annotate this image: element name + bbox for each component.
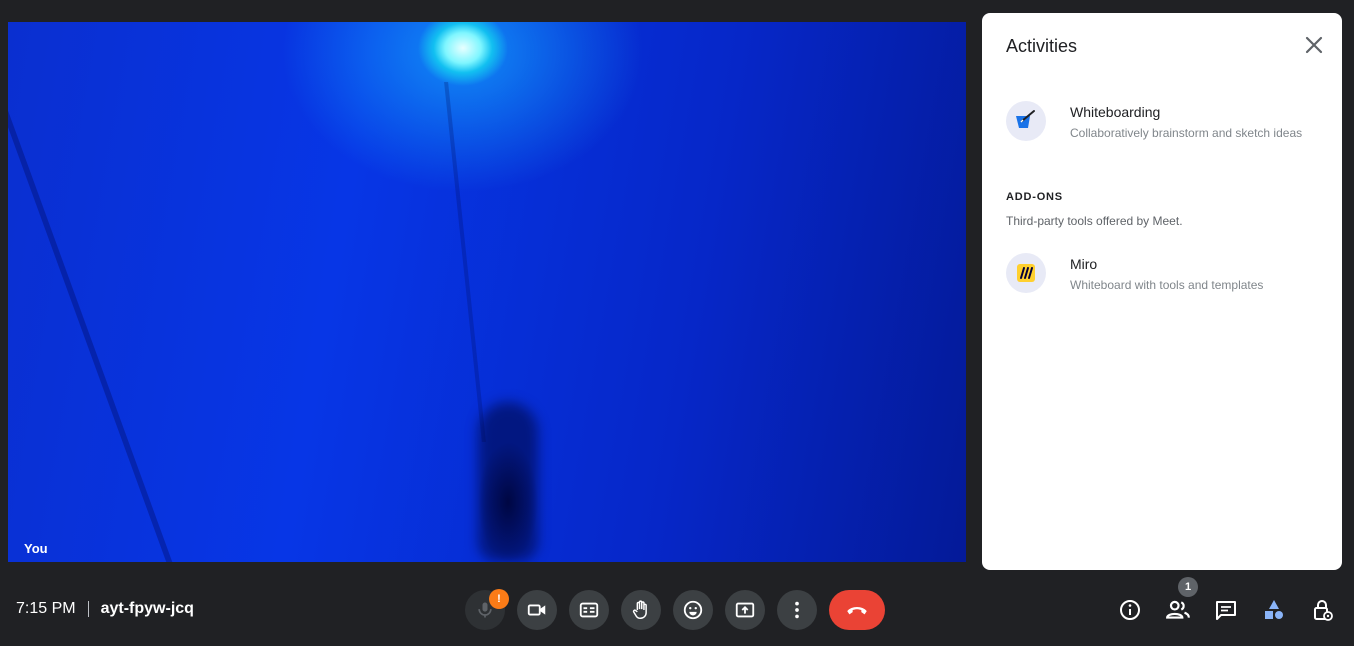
chat-button[interactable] <box>1212 596 1240 624</box>
info-icon <box>1120 600 1140 620</box>
meeting-code[interactable]: ayt-fpyw-jcq <box>101 600 194 618</box>
mic-alert-badge: ! <box>489 589 509 609</box>
meeting-time: 7:15 PM <box>16 600 76 617</box>
more-options-icon <box>795 601 799 619</box>
activity-item-whiteboarding[interactable]: Whiteboarding Collaboratively brainstorm… <box>1006 101 1326 145</box>
miro-icon <box>1006 253 1046 293</box>
addons-subtitle: Third-party tools offered by Meet. <box>1006 214 1183 228</box>
end-call-icon <box>847 607 867 615</box>
self-video-tile: You <box>8 22 966 562</box>
addon-description: Whiteboard with tools and templates <box>1070 278 1264 292</box>
raise-hand-button[interactable] <box>621 590 661 630</box>
chat-icon <box>1216 601 1236 620</box>
activities-panel: Activities Whiteboarding Collaboratively… <box>982 13 1342 570</box>
addon-name: Miro <box>1070 256 1098 272</box>
captions-button[interactable] <box>569 590 609 630</box>
people-button[interactable] <box>1164 596 1192 624</box>
raise-hand-icon <box>632 600 647 619</box>
divider <box>87 601 89 617</box>
meeting-details-button[interactable] <box>1116 596 1144 624</box>
participant-count-badge: 1 <box>1178 577 1198 597</box>
activities-button[interactable] <box>1260 596 1288 624</box>
addons-heading: ADD-ONS <box>1006 191 1063 203</box>
present-screen-button[interactable] <box>725 590 765 630</box>
video-shadow <box>444 82 486 442</box>
video-shadow <box>8 22 173 562</box>
meeting-info: 7:15 PM ayt-fpyw-jcq <box>16 600 194 618</box>
panel-title: Activities <box>1006 36 1078 56</box>
activity-description: Collaboratively brainstorm and sketch id… <box>1070 126 1303 140</box>
more-options-button[interactable] <box>777 590 817 630</box>
people-icon <box>1166 600 1190 619</box>
end-call-button[interactable] <box>829 590 885 630</box>
host-controls-icon <box>1314 600 1333 621</box>
host-controls-button[interactable] <box>1308 596 1336 624</box>
present-icon <box>735 602 755 618</box>
close-panel-button[interactable] <box>1302 33 1326 57</box>
close-icon <box>1305 36 1323 54</box>
camera-button[interactable] <box>517 590 557 630</box>
participant-name-label: You <box>24 541 48 556</box>
addon-item-miro[interactable]: Miro Whiteboard with tools and templates <box>1006 253 1326 297</box>
video-shadow <box>478 402 538 562</box>
camera-icon <box>527 604 546 616</box>
emoji-icon <box>683 600 703 620</box>
activities-icon <box>1265 600 1283 619</box>
captions-icon <box>579 602 599 618</box>
activity-name: Whiteboarding <box>1070 104 1161 120</box>
emoji-button[interactable] <box>673 590 713 630</box>
whiteboard-icon <box>1006 101 1046 141</box>
